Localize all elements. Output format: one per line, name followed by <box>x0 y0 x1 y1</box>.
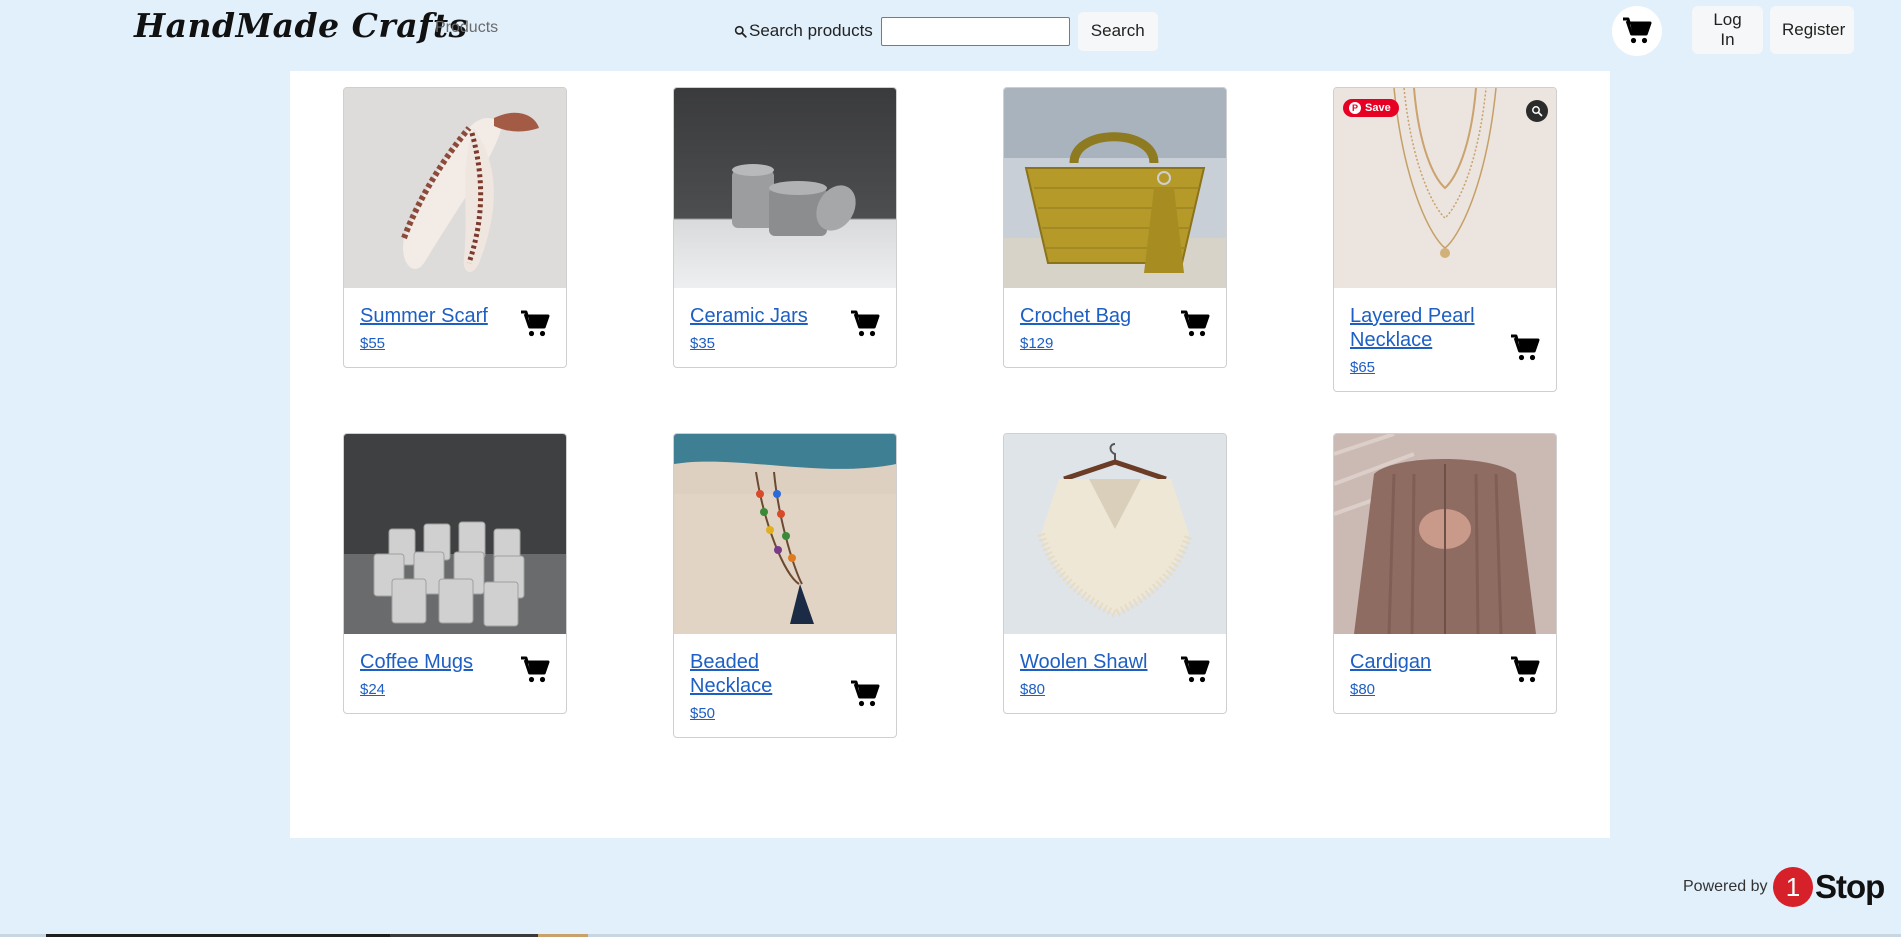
shopping-cart-icon <box>1511 656 1540 683</box>
product-price[interactable]: $129 <box>1020 335 1053 352</box>
shopping-cart-icon <box>521 656 550 683</box>
shopping-cart-icon <box>521 310 550 337</box>
product-image-cardigan[interactable] <box>1334 434 1556 634</box>
add-to-cart-button[interactable] <box>1510 334 1540 362</box>
product-card: Cardigan $80 <box>1333 433 1557 714</box>
shopping-cart-icon <box>1623 17 1652 44</box>
product-card-body: Woolen Shawl $80 <box>1004 634 1226 713</box>
product-card-body: Coffee Mugs $24 <box>344 634 566 713</box>
add-to-cart-button[interactable] <box>850 680 880 708</box>
search-button[interactable]: Search <box>1077 11 1158 51</box>
add-to-cart-button[interactable] <box>1180 656 1210 684</box>
product-card: Woolen Shawl $80 <box>1003 433 1227 714</box>
product-card-body: Crochet Bag $129 <box>1004 288 1226 367</box>
product-card: Coffee Mugs $24 <box>343 433 567 714</box>
pinterest-icon: P <box>1349 102 1361 114</box>
product-card: Summer Scarf $55 <box>343 87 567 368</box>
product-title[interactable]: Layered Pearl Necklace <box>1350 304 1485 352</box>
shopping-cart-icon <box>851 680 880 707</box>
shopping-cart-icon <box>1181 310 1210 337</box>
product-title[interactable]: Cardigan <box>1350 650 1485 674</box>
add-to-cart-button[interactable] <box>1180 310 1210 338</box>
shopping-cart-icon <box>851 310 880 337</box>
product-title[interactable]: Ceramic Jars <box>690 304 825 328</box>
product-image-beaded-necklace[interactable] <box>674 434 896 634</box>
product-image-layered-pearl-necklace[interactable]: P Save <box>1334 88 1556 288</box>
product-card-body: Beaded Necklace $50 <box>674 634 896 737</box>
product-card: Crochet Bag $129 <box>1003 87 1227 368</box>
product-card: Beaded Necklace $50 <box>673 433 897 738</box>
product-image-summer-scarf[interactable] <box>344 88 566 288</box>
add-to-cart-button[interactable] <box>1510 656 1540 684</box>
product-card: Ceramic Jars $35 <box>673 87 897 368</box>
product-title[interactable]: Beaded Necklace <box>690 650 825 698</box>
product-price[interactable]: $65 <box>1350 359 1375 376</box>
product-card-body: Cardigan $80 <box>1334 634 1556 713</box>
login-button[interactable]: Log In <box>1692 6 1763 54</box>
shopping-cart-icon <box>1181 656 1210 683</box>
search-bar: Search products Search <box>734 11 1158 51</box>
pinterest-save-button[interactable]: P Save <box>1343 99 1399 117</box>
register-button[interactable]: Register <box>1770 6 1854 54</box>
product-title[interactable]: Crochet Bag <box>1020 304 1155 328</box>
add-to-cart-button[interactable] <box>850 310 880 338</box>
header-cart-button[interactable] <box>1612 6 1662 56</box>
search-icon <box>734 25 747 38</box>
nav-link-products[interactable]: Products <box>435 19 498 37</box>
product-image-woolen-shawl[interactable] <box>1004 434 1226 634</box>
search-input[interactable] <box>880 16 1070 46</box>
onestop-logo[interactable]: 1 Stop <box>1773 866 1885 908</box>
product-title[interactable]: Coffee Mugs <box>360 650 495 674</box>
product-card: P Save Layered Pearl Necklace $65 <box>1333 87 1557 392</box>
search-label: Search products <box>734 21 873 41</box>
product-image-coffee-mugs[interactable] <box>344 434 566 634</box>
product-card-body: Ceramic Jars $35 <box>674 288 896 367</box>
product-image-crochet-bag[interactable] <box>1004 88 1226 288</box>
shopping-cart-icon <box>1511 334 1540 361</box>
product-price[interactable]: $80 <box>1350 681 1375 698</box>
product-card-body: Layered Pearl Necklace $65 <box>1334 288 1556 391</box>
product-price[interactable]: $80 <box>1020 681 1045 698</box>
product-price[interactable]: $35 <box>690 335 715 352</box>
product-title[interactable]: Summer Scarf <box>360 304 495 328</box>
search-label-text: Search products <box>749 21 873 40</box>
product-title[interactable]: Woolen Shawl <box>1020 650 1155 674</box>
visual-search-button[interactable] <box>1526 100 1548 122</box>
product-grid-panel: Summer Scarf $55 Ceramic Jars $35 Croche… <box>290 71 1610 838</box>
product-image-ceramic-jars[interactable] <box>674 88 896 288</box>
onestop-logo-word: Stop <box>1815 868 1885 905</box>
add-to-cart-button[interactable] <box>520 656 550 684</box>
product-price[interactable]: $24 <box>360 681 385 698</box>
brand-logo[interactable]: HandMade Crafts <box>134 6 468 45</box>
product-card-body: Summer Scarf $55 <box>344 288 566 367</box>
onestop-logo-mark: 1 <box>1773 867 1813 907</box>
product-price[interactable]: $50 <box>690 705 715 722</box>
product-price[interactable]: $55 <box>360 335 385 352</box>
powered-by-text: Powered by <box>1683 878 1768 895</box>
visual-search-icon <box>1532 106 1543 117</box>
pinterest-save-label: Save <box>1365 102 1391 114</box>
add-to-cart-button[interactable] <box>520 310 550 338</box>
